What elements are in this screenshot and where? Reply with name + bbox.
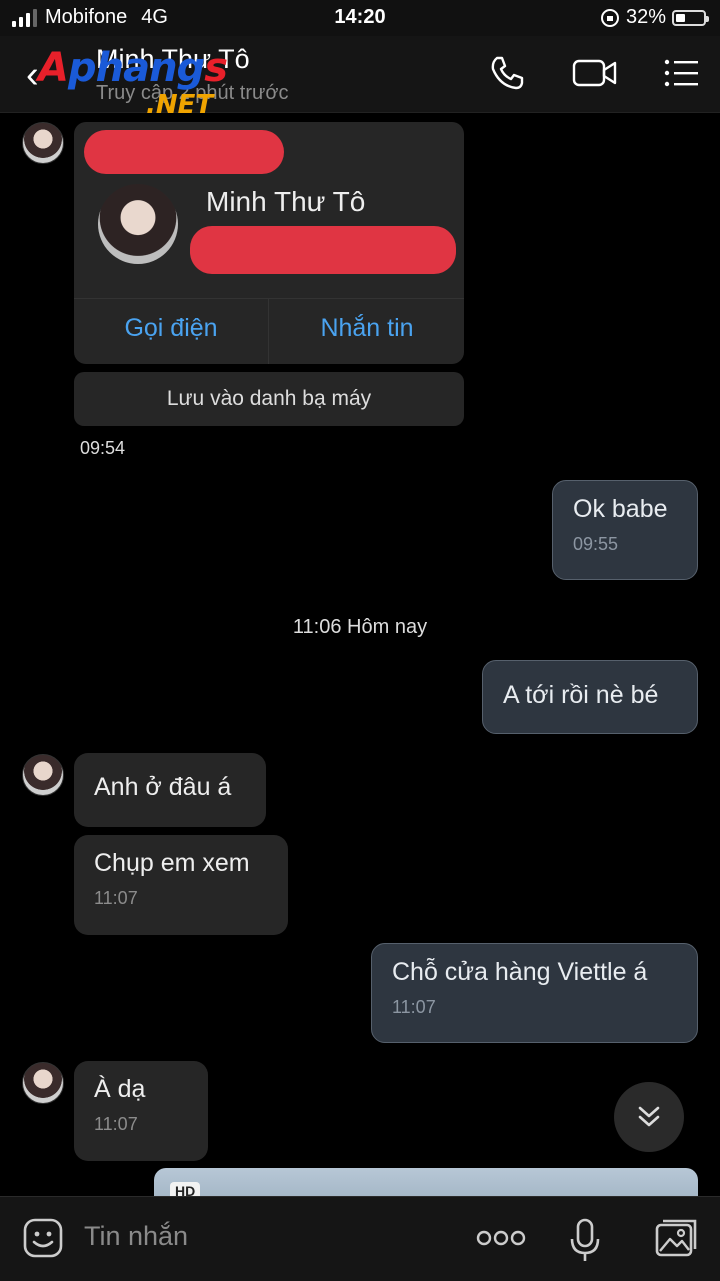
message-bubble-incoming[interactable]: À dạ 11:07: [74, 1061, 208, 1161]
divider: [268, 298, 269, 364]
avatar[interactable]: [22, 122, 64, 164]
rotation-lock-icon: [600, 8, 619, 27]
composer-bar: Tin nhắn: [0, 1196, 720, 1281]
message-time: 09:54: [80, 438, 126, 458]
card-avatar: [98, 184, 178, 264]
redaction-mark: [190, 226, 456, 274]
message-text: A tới rồi nè bé: [503, 681, 659, 709]
message-bubble-incoming[interactable]: Chụp em xem 11:07: [74, 835, 288, 935]
scroll-to-bottom-button[interactable]: [614, 1082, 684, 1152]
date-divider: 11:06 Hôm nay: [292, 616, 428, 638]
message-text: Ok babe: [573, 495, 668, 523]
menu-list-icon[interactable]: [662, 54, 700, 92]
watermark-logo: Aphangs: [38, 45, 228, 91]
video-call-icon[interactable]: [572, 54, 618, 92]
chevron-left-icon[interactable]: ‹: [26, 54, 39, 97]
sticker-icon[interactable]: [22, 1217, 64, 1259]
message-text: Chỗ cửa hàng Viettle á: [392, 958, 648, 986]
contact-card: Minh Thư Tô Gọi điện Nhắn tin: [74, 122, 464, 364]
chat-header: ‹ Minh Thư Tô Truy cập 2 phút trước Apha…: [0, 36, 720, 120]
message-input[interactable]: Tin nhắn: [84, 1221, 188, 1252]
message-text: Chụp em xem: [94, 849, 250, 877]
message-time: 11:07: [94, 888, 138, 908]
battery-percent: 32%: [625, 6, 666, 28]
message-bubble-outgoing[interactable]: A tới rồi nè bé: [482, 660, 698, 734]
message-bubble-outgoing[interactable]: Ok babe 09:55: [552, 480, 698, 580]
message-text: À dạ: [94, 1075, 146, 1103]
divider: [74, 298, 464, 299]
more-icon[interactable]: [476, 1229, 526, 1247]
message-text: Anh ở đâu á: [94, 773, 232, 801]
message-time: 11:07: [94, 1114, 138, 1134]
avatar[interactable]: [22, 754, 64, 796]
call-button[interactable]: Gọi điện: [74, 314, 268, 343]
message-bubble-incoming[interactable]: Anh ở đâu á: [74, 753, 266, 827]
battery-icon: [672, 9, 709, 26]
message-bubble-outgoing[interactable]: Chỗ cửa hàng Viettle á 11:07: [371, 943, 698, 1043]
phone-icon[interactable]: [488, 54, 526, 92]
double-chevron-down-icon: [638, 1106, 660, 1127]
avatar[interactable]: [22, 1062, 64, 1104]
save-to-contacts-button[interactable]: Lưu vào danh bạ máy: [74, 372, 464, 426]
redaction-mark: [84, 130, 284, 174]
image-icon[interactable]: [654, 1219, 698, 1259]
watermark-net: .NET: [146, 90, 214, 120]
message-time: 09:55: [573, 534, 619, 554]
microphone-icon[interactable]: [568, 1217, 602, 1263]
card-contact-name: Minh Thư Tô: [206, 186, 366, 217]
message-button[interactable]: Nhắn tin: [270, 314, 464, 343]
message-time: 11:07: [392, 997, 436, 1017]
status-bar: Mobifone 4G 14:20 32%: [0, 0, 720, 36]
